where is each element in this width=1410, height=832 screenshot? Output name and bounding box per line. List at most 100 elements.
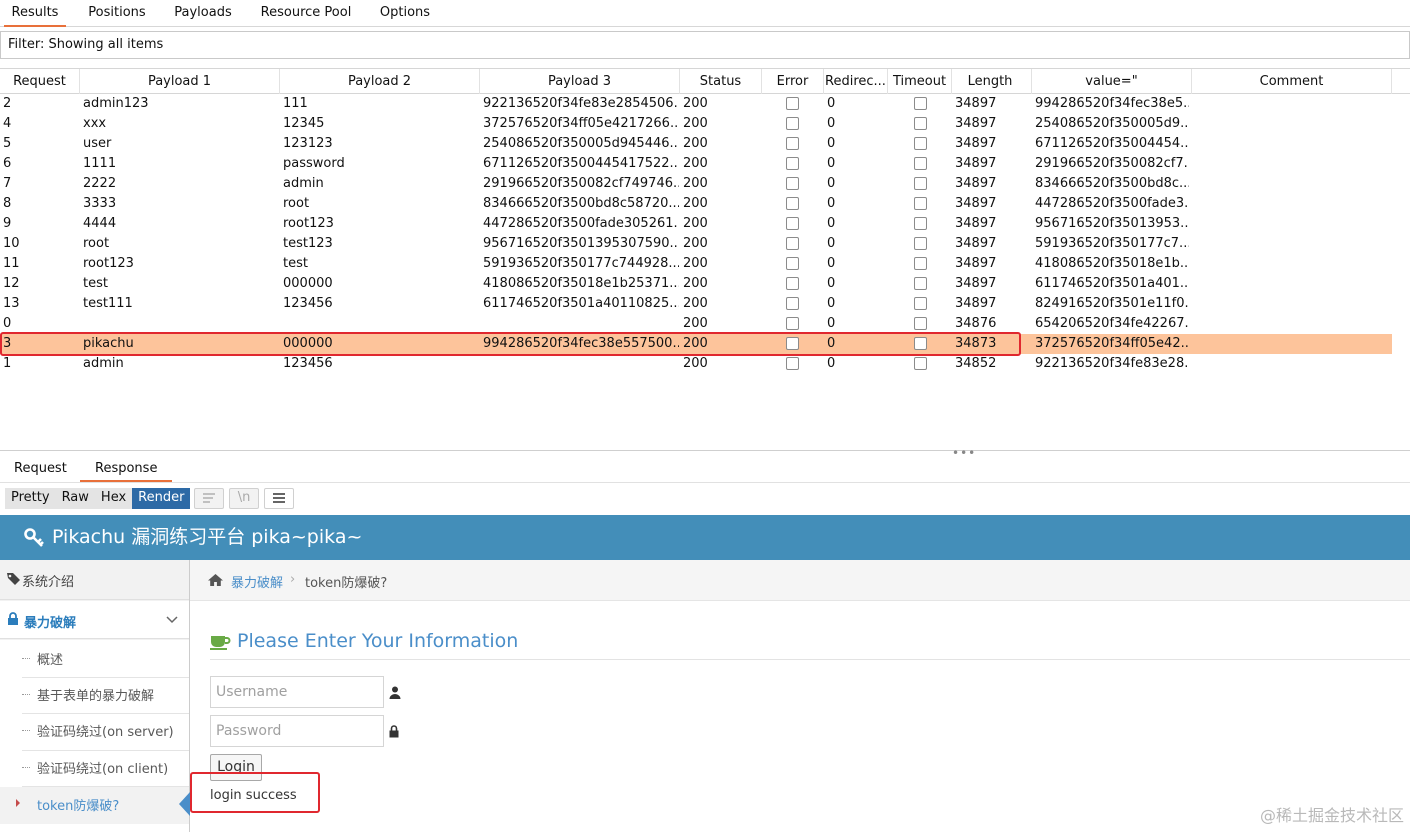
cell-length: 34852: [955, 356, 997, 371]
sidebar-subitem-overview[interactable]: 概述: [37, 649, 63, 668]
divider: [22, 677, 189, 678]
cell-payload-3: 291966520f350082cf749746...: [483, 176, 679, 191]
timeout-checkbox: [914, 97, 927, 110]
column-header-status[interactable]: Status: [680, 69, 762, 94]
cell-request: 9: [3, 216, 12, 231]
cell-payload-2: test: [283, 256, 308, 271]
sidebar-item-system-intro[interactable]: 系统介绍: [0, 560, 189, 600]
password-input[interactable]: Password: [210, 715, 384, 747]
tab-divider: [0, 482, 1410, 483]
table-row[interactable]: 0 200 0 34876 654206520f34fe42267...: [0, 314, 1392, 334]
cell-payload-3: 418086520f35018e1b25371...: [483, 276, 679, 291]
cell-redirects: 0: [827, 116, 836, 131]
username-input[interactable]: Username: [210, 676, 384, 708]
cell-value: 418086520f35018e1b...: [1035, 256, 1189, 271]
cell-length: 34897: [955, 216, 997, 231]
breadcrumb-current: token防爆破?: [305, 576, 388, 591]
tab-request[interactable]: Request: [14, 458, 67, 482]
active-pointer-icon: [179, 792, 190, 816]
column-header-length-label: Length: [967, 74, 1013, 89]
pretty-button[interactable]: Pretty: [5, 488, 56, 509]
tab-results[interactable]: Results: [4, 0, 66, 27]
cell-value: 922136520f34fe83e28...: [1035, 356, 1189, 371]
column-header-payload-3[interactable]: Payload 3: [480, 69, 680, 94]
tab-payloads[interactable]: Payloads: [168, 0, 238, 27]
cell-status: 200: [683, 196, 708, 211]
error-checkbox: [786, 97, 799, 110]
error-checkbox: [786, 197, 799, 210]
cell-status: 200: [683, 96, 708, 111]
wrap-lines-icon[interactable]: [194, 488, 224, 509]
column-header-error[interactable]: Error: [762, 69, 824, 94]
column-header-payload-1[interactable]: Payload 1: [80, 69, 280, 94]
cell-payload-3: 922136520f34fe83e2854506...: [483, 96, 679, 111]
cell-length: 34897: [955, 276, 997, 291]
cell-value: 254086520f350005d9...: [1035, 116, 1189, 131]
breadcrumb-link[interactable]: 暴力破解: [231, 572, 283, 591]
tab-resource-pool[interactable]: Resource Pool: [253, 0, 359, 27]
table-row[interactable]: 11 root123 test 591936520f350177c744928... 2…: [0, 254, 1392, 274]
cell-length: 34876: [955, 316, 997, 331]
sidebar-subitem-captcha-client[interactable]: 验证码绕过(on client): [37, 758, 168, 777]
hex-button[interactable]: Hex: [94, 488, 133, 509]
column-header-comment[interactable]: Comment: [1192, 69, 1392, 94]
table-row[interactable]: 1 admin 123456 200 0 34852 922136520f34fe83e28…: [0, 354, 1392, 374]
table-row[interactable]: 6 1111 password 671126520f3500445417522... 2…: [0, 154, 1392, 174]
filter-bar[interactable]: Filter: Showing all items: [0, 31, 1410, 59]
sidebar-subitem-form-brute[interactable]: 基于表单的暴力破解: [37, 685, 154, 704]
cell-payload-1: root: [83, 236, 110, 251]
sidebar-subitem-captcha-server[interactable]: 验证码绕过(on server): [37, 721, 174, 740]
cell-payload-1: user: [83, 136, 112, 151]
cell-payload-2: 123123: [283, 136, 333, 151]
table-row[interactable]: 10 root test123 956716520f3501395307590... 2…: [0, 234, 1392, 254]
cell-payload-3: [483, 314, 679, 334]
cell-status: 200: [683, 116, 708, 131]
table-row[interactable]: 5 user 123123 254086520f350005d945446... 200…: [0, 134, 1392, 154]
cell-redirects: 0: [827, 276, 836, 291]
cell-length: 34897: [955, 176, 997, 191]
table-row[interactable]: 13 test111 123456 611746520f3501a40110825..…: [0, 294, 1392, 314]
lock-icon: [8, 612, 18, 625]
cell-redirects: 0: [827, 196, 836, 211]
cell-payload-2: 123456: [283, 356, 333, 371]
newline-icon[interactable]: \n: [229, 488, 259, 509]
timeout-checkbox: [914, 197, 927, 210]
table-row[interactable]: 9 4444 root123 447286520f3500fade305261... 2…: [0, 214, 1392, 234]
timeout-checkbox: [914, 117, 927, 130]
column-header-redirects[interactable]: Redirec...: [824, 69, 888, 94]
raw-button[interactable]: Raw: [55, 488, 95, 509]
error-checkbox: [786, 137, 799, 150]
table-row[interactable]: 2 admin123 111 922136520f34fe83e2854506... 2…: [0, 94, 1392, 114]
table-row[interactable]: 4 xxx 12345 372576520f34ff05e4217266... 200 0…: [0, 114, 1392, 134]
tab-response[interactable]: Response: [80, 458, 173, 482]
menu-icon[interactable]: [264, 488, 294, 509]
column-header-payload-2[interactable]: Payload 2: [280, 69, 480, 94]
column-header-timeout[interactable]: Timeout: [888, 69, 952, 94]
cell-redirects: 0: [827, 96, 836, 111]
sidebar-subitem-token[interactable]: token防爆破?: [37, 795, 119, 814]
cell-status: 200: [683, 136, 708, 151]
cell-value: 611746520f3501a401...: [1035, 276, 1189, 291]
cell-payload-3: 447286520f3500fade305261...: [483, 216, 679, 231]
splitter-handle[interactable]: •••: [952, 446, 976, 460]
tab-options[interactable]: Options: [372, 0, 438, 27]
cell-value: 654206520f34fe42267...: [1035, 316, 1189, 331]
table-row[interactable]: 12 test 000000 418086520f35018e1b25371... 20…: [0, 274, 1392, 294]
column-header-value[interactable]: value=": [1032, 69, 1192, 94]
cell-request: 2: [3, 96, 12, 111]
watermark: @稀土掘金技术社区: [1259, 806, 1404, 825]
table-row[interactable]: 7 2222 admin 291966520f350082cf749746... 200…: [0, 174, 1392, 194]
tab-positions[interactable]: Positions: [81, 0, 153, 27]
home-icon[interactable]: [207, 573, 224, 587]
sidebar-item-brute-force[interactable]: 暴力破解: [0, 601, 189, 639]
error-checkbox: [786, 317, 799, 330]
render-button[interactable]: Render: [132, 488, 191, 509]
column-header-length[interactable]: Length: [952, 69, 1032, 94]
table-row[interactable]: 8 3333 root 834666520f3500bd8c58720... 200 0 3…: [0, 194, 1392, 214]
pane-splitter[interactable]: [0, 450, 1410, 456]
cell-payload-3: [483, 354, 679, 374]
cell-request: 13: [3, 296, 20, 311]
cell-payload-3: 372576520f34ff05e4217266...: [483, 116, 679, 131]
cell-value: 591936520f350177c7...: [1035, 236, 1189, 251]
column-header-request[interactable]: Request: [0, 69, 80, 94]
